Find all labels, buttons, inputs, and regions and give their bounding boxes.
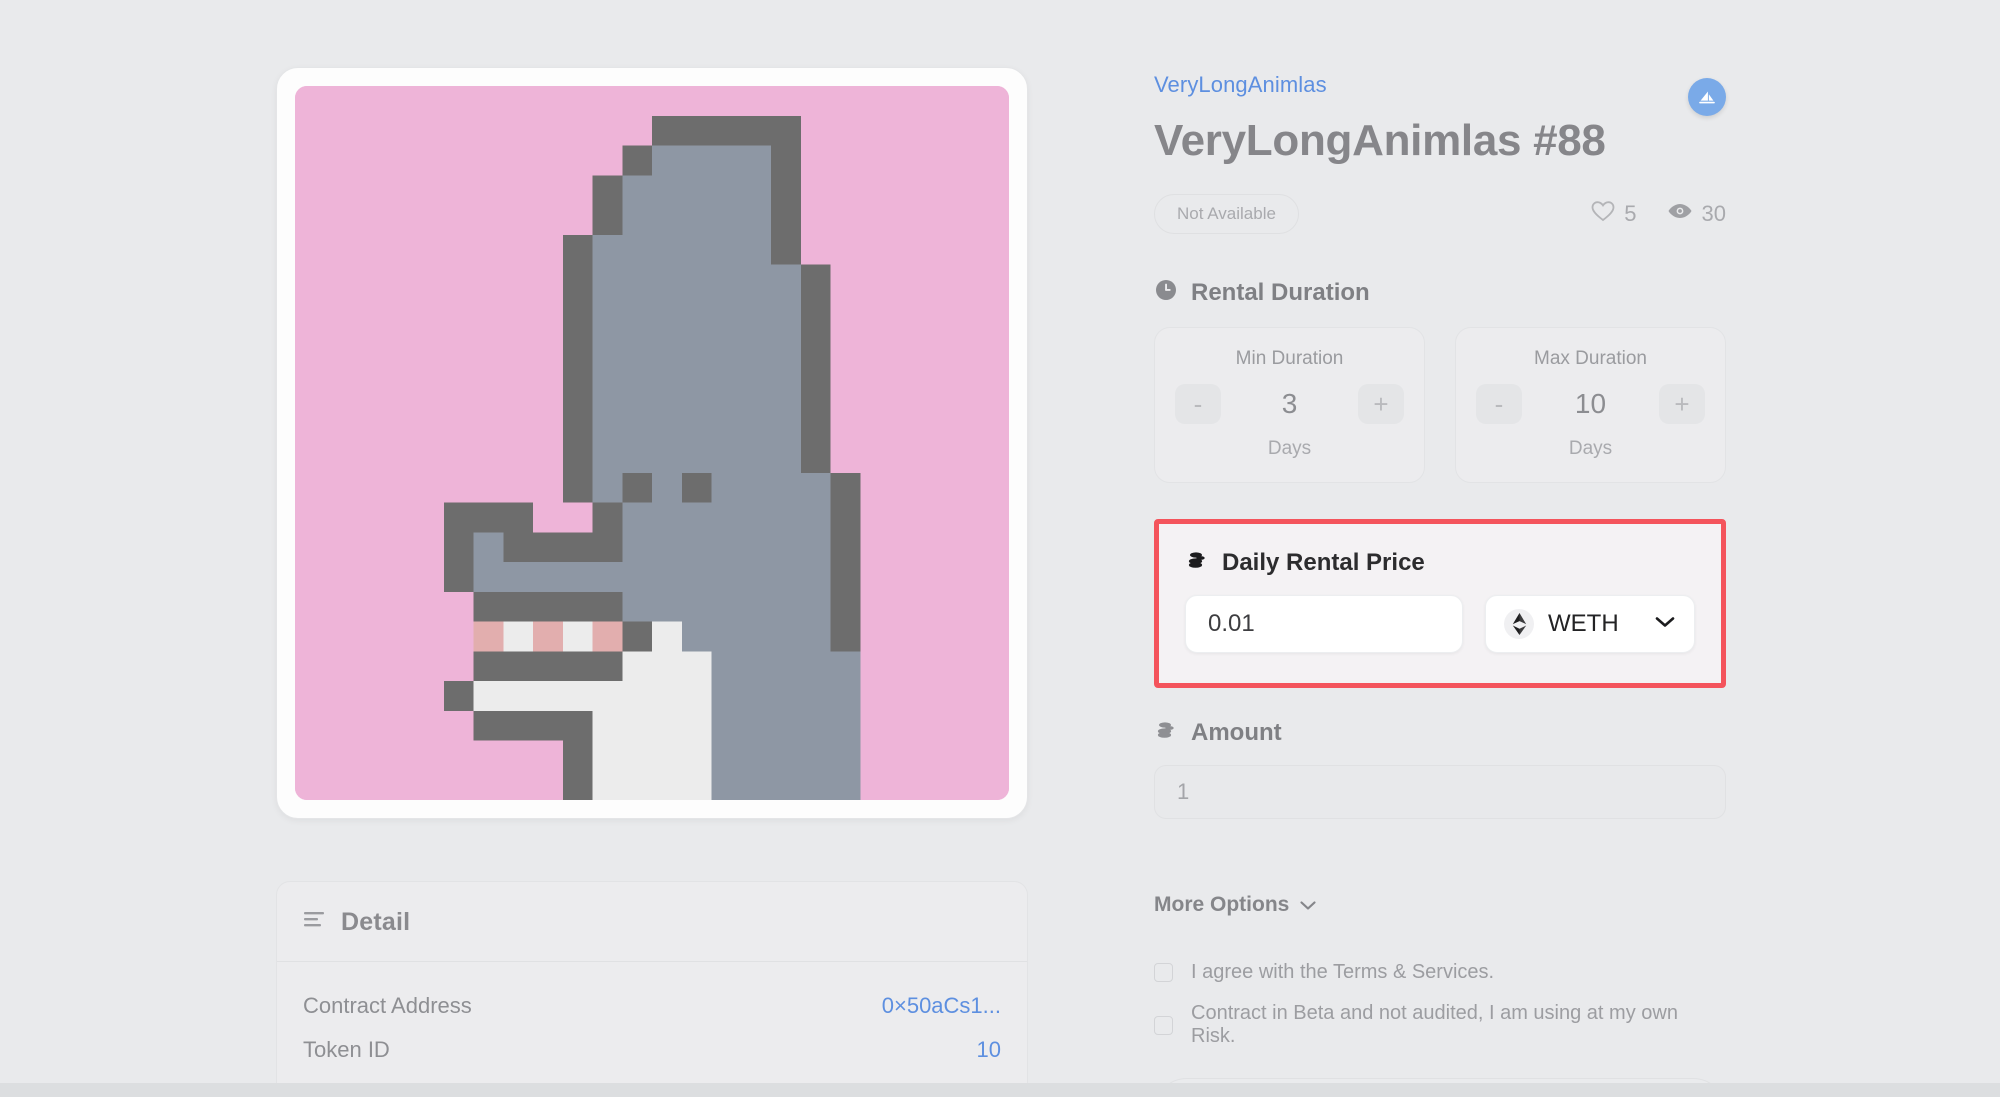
amount-header: Amount	[1154, 718, 1726, 747]
min-duration-label: Min Duration	[1235, 348, 1344, 369]
chevron-down-icon	[1299, 893, 1317, 917]
token-name: WETH	[1548, 610, 1619, 637]
detail-panel: Detail Contract Address 0×50aCs1... Toke…	[276, 881, 1028, 1097]
max-duration-stepper: - 10 +	[1476, 384, 1705, 424]
likes-count: 5	[1624, 201, 1637, 226]
table-row: Contract Address 0×50aCs1...	[303, 984, 1001, 1028]
ethereum-icon	[1504, 609, 1534, 639]
pixel-art-elephant	[295, 86, 1009, 800]
contract-address-value[interactable]: 0×50aCs1...	[882, 993, 1001, 1019]
amount-input[interactable]: 1	[1154, 765, 1726, 819]
detail-panel-body: Contract Address 0×50aCs1... Token ID 10	[277, 962, 1027, 1097]
terms-checkbox[interactable]	[1154, 963, 1173, 982]
coins-icon	[1154, 718, 1178, 747]
coins-icon	[1185, 548, 1209, 577]
detail-panel-header: Detail	[277, 882, 1027, 962]
nft-artwork	[295, 86, 1009, 800]
risk-label: Contract in Beta and not audited, I am u…	[1191, 1002, 1678, 1047]
status-row: Not Available 5 30	[1154, 194, 1726, 234]
chevron-down-icon[interactable]	[1654, 615, 1676, 634]
more-options-label: More Options	[1154, 893, 1290, 916]
token-select[interactable]: WETH	[1485, 595, 1695, 653]
max-duration-card: Max Duration - 10 + Days	[1455, 327, 1726, 483]
app-root: Detail Contract Address 0×50aCs1... Toke…	[0, 0, 2000, 1097]
daily-rental-price-input[interactable]: 0.01	[1185, 595, 1463, 653]
eye-icon	[1667, 201, 1693, 227]
price-input-row: 0.01 WETH	[1185, 595, 1695, 653]
max-duration-value: 10	[1574, 388, 1607, 419]
bottom-strip	[0, 1083, 2000, 1097]
min-duration-value: 3	[1281, 388, 1298, 419]
daily-rental-price-header: Daily Rental Price	[1185, 548, 1695, 577]
amount-section: Amount 1	[1154, 718, 1726, 819]
rental-duration-title: Rental Duration	[1191, 278, 1370, 306]
min-duration-unit: Days	[1267, 438, 1312, 459]
nft-image-card	[276, 67, 1028, 819]
clock-icon	[1154, 278, 1178, 307]
left-column: Detail Contract Address 0×50aCs1... Toke…	[276, 67, 1028, 1097]
risk-checkbox[interactable]	[1154, 1015, 1173, 1035]
heart-icon	[1591, 200, 1615, 228]
opensea-icon[interactable]	[1688, 78, 1726, 116]
likes-stat: 5	[1591, 200, 1637, 228]
duration-steppers: Min Duration - 3 + Days Max Duration - 1…	[1154, 327, 1726, 483]
max-duration-decrement[interactable]: -	[1476, 384, 1522, 424]
terms-agreement-row[interactable]: I agree with the Terms & Services.	[1154, 961, 1726, 984]
agreements-group: I agree with the Terms & Services. Contr…	[1154, 961, 1726, 1048]
right-column: VeryLongAnimlas VeryLongAnimlas #88 Not …	[1154, 72, 1726, 1097]
amount-title: Amount	[1191, 718, 1282, 746]
min-duration-increment[interactable]: +	[1357, 384, 1404, 424]
min-duration-stepper: - 3 +	[1175, 384, 1404, 424]
detail-key: Contract Address	[303, 993, 472, 1018]
views-stat: 30	[1667, 201, 1726, 227]
max-duration-unit: Days	[1568, 438, 1613, 459]
views-count: 30	[1701, 201, 1726, 226]
more-options-toggle[interactable]: More Options	[1154, 893, 1317, 917]
risk-agreement-row[interactable]: Contract in Beta and not audited, I am u…	[1154, 1002, 1726, 1048]
min-duration-card: Min Duration - 3 + Days	[1154, 327, 1425, 483]
detail-key: Token ID	[303, 1037, 390, 1062]
rental-duration-header: Rental Duration	[1154, 278, 1726, 307]
table-row: Token ID 10	[303, 1028, 1001, 1072]
detail-panel-title: Detail	[341, 908, 411, 936]
list-lines-icon	[303, 910, 327, 935]
max-duration-label: Max Duration	[1534, 348, 1647, 369]
daily-rental-price-title: Daily Rental Price	[1222, 548, 1425, 576]
max-duration-increment[interactable]: +	[1659, 384, 1705, 424]
token-id-value[interactable]: 10	[977, 1037, 1001, 1063]
daily-rental-price-section: Daily Rental Price 0.01 WETH	[1154, 519, 1726, 688]
stats-group: 5 30	[1591, 200, 1726, 228]
terms-label: I agree with the Terms & Services.	[1191, 961, 1495, 983]
status-badge: Not Available	[1154, 194, 1299, 234]
collection-link[interactable]: VeryLongAnimlas	[1154, 72, 1327, 98]
page-title: VeryLongAnimlas #88	[1154, 116, 1606, 165]
min-duration-decrement[interactable]: -	[1175, 384, 1221, 424]
